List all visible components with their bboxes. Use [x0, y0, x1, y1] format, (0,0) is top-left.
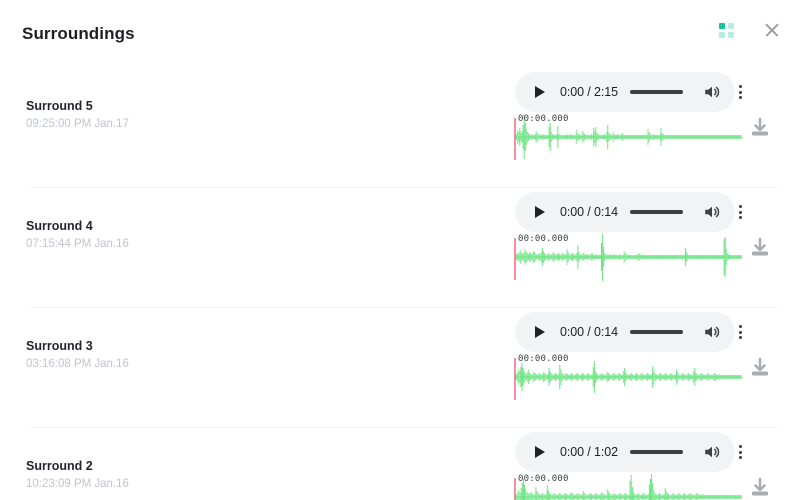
waveform-timestamp: 00:00.000 — [518, 474, 569, 484]
player-progress-slider[interactable] — [629, 90, 683, 94]
download-button[interactable] — [748, 236, 772, 260]
download-icon — [752, 117, 768, 136]
waveform-timestamp: 00:00.000 — [518, 354, 569, 364]
recording-row-2[interactable]: Surround 4 07:15:44 PM Jan.16 0:00 / 0:1… — [0, 188, 800, 308]
recording-timestamp: 07:15:44 PM Jan.16 — [26, 238, 129, 250]
recording-timestamp: 10:23:09 PM Jan.16 — [26, 478, 129, 490]
play-icon — [535, 446, 545, 458]
volume-icon — [705, 326, 720, 338]
player-time-label: 0:00 / 0:14 — [560, 205, 618, 219]
surroundings-panel: Surroundings Surround 5 09:25:00 PM Jan.… — [0, 0, 800, 500]
download-icon — [752, 237, 768, 256]
close-button[interactable] — [758, 16, 786, 44]
player-progress-slider[interactable] — [629, 210, 683, 214]
select-mode-button[interactable] — [712, 16, 740, 44]
recording-title: Surround 4 — [26, 219, 93, 233]
waveform[interactable]: 00:00.000 — [514, 234, 742, 292]
audio-player[interactable]: 0:00 / 0:14 — [515, 192, 743, 232]
download-button[interactable] — [748, 356, 772, 380]
waveform[interactable]: 00:00.000 — [514, 354, 742, 412]
recording-row-4[interactable]: Surround 2 10:23:09 PM Jan.16 0:00 / 1:0… — [0, 428, 800, 500]
waveform-timestamp: 00:00.000 — [518, 114, 569, 124]
player-more-menu-button[interactable] — [730, 441, 752, 463]
volume-button[interactable] — [702, 442, 722, 462]
volume-button[interactable] — [702, 202, 722, 222]
player-progress-slider[interactable] — [629, 450, 683, 454]
recording-meta: Surround 5 09:25:00 PM Jan.17 — [26, 98, 129, 132]
play-icon — [535, 206, 545, 218]
play-button[interactable] — [531, 443, 549, 461]
waveform-timestamp: 00:00.000 — [518, 234, 569, 244]
play-icon — [535, 326, 545, 338]
play-button[interactable] — [531, 83, 549, 101]
recording-meta: Surround 4 07:15:44 PM Jan.16 — [26, 218, 129, 252]
recording-row-1[interactable]: Surround 5 09:25:00 PM Jan.17 0:00 / 2:1… — [0, 68, 800, 188]
page-title: Surroundings — [22, 24, 135, 43]
player-progress-slider[interactable] — [629, 330, 683, 334]
player-time-label: 0:00 / 0:14 — [560, 325, 618, 339]
player-time-label: 0:00 / 2:15 — [560, 85, 618, 99]
waveform[interactable]: 00:00.000 — [514, 114, 742, 172]
volume-icon — [705, 446, 720, 458]
download-button[interactable] — [748, 116, 772, 140]
panel-header: Surroundings — [0, 0, 800, 68]
player-more-menu-button[interactable] — [730, 201, 752, 223]
grid-dots-icon — [718, 22, 734, 38]
play-icon — [535, 86, 545, 98]
recording-title: Surround 3 — [26, 339, 93, 353]
volume-button[interactable] — [702, 322, 722, 342]
play-button[interactable] — [531, 203, 549, 221]
player-time-label: 0:00 / 1:02 — [560, 445, 618, 459]
close-icon — [764, 22, 780, 38]
audio-player[interactable]: 0:00 / 0:14 — [515, 312, 743, 352]
recording-title: Surround 5 — [26, 99, 93, 113]
audio-player[interactable]: 0:00 / 2:15 — [515, 72, 743, 112]
player-more-menu-button[interactable] — [730, 81, 752, 103]
recording-meta: Surround 3 03:16:08 PM Jan.16 — [26, 338, 129, 372]
volume-button[interactable] — [702, 82, 722, 102]
volume-icon — [705, 86, 720, 98]
download-icon — [752, 357, 768, 376]
header-actions — [712, 16, 786, 44]
play-button[interactable] — [531, 323, 549, 341]
download-button[interactable] — [748, 476, 772, 500]
volume-icon — [705, 206, 720, 218]
audio-player[interactable]: 0:00 / 1:02 — [515, 432, 743, 472]
recording-row-3[interactable]: Surround 3 03:16:08 PM Jan.16 0:00 / 0:1… — [0, 308, 800, 428]
player-more-menu-button[interactable] — [730, 321, 752, 343]
recording-timestamp: 03:16:08 PM Jan.16 — [26, 358, 129, 370]
recording-title: Surround 2 — [26, 459, 93, 473]
download-icon — [752, 477, 768, 496]
recording-timestamp: 09:25:00 PM Jan.17 — [26, 118, 129, 130]
recording-meta: Surround 2 10:23:09 PM Jan.16 — [26, 458, 129, 492]
waveform[interactable]: 00:00.000 — [514, 474, 742, 500]
recordings-list: Surround 5 09:25:00 PM Jan.17 0:00 / 2:1… — [0, 68, 800, 500]
